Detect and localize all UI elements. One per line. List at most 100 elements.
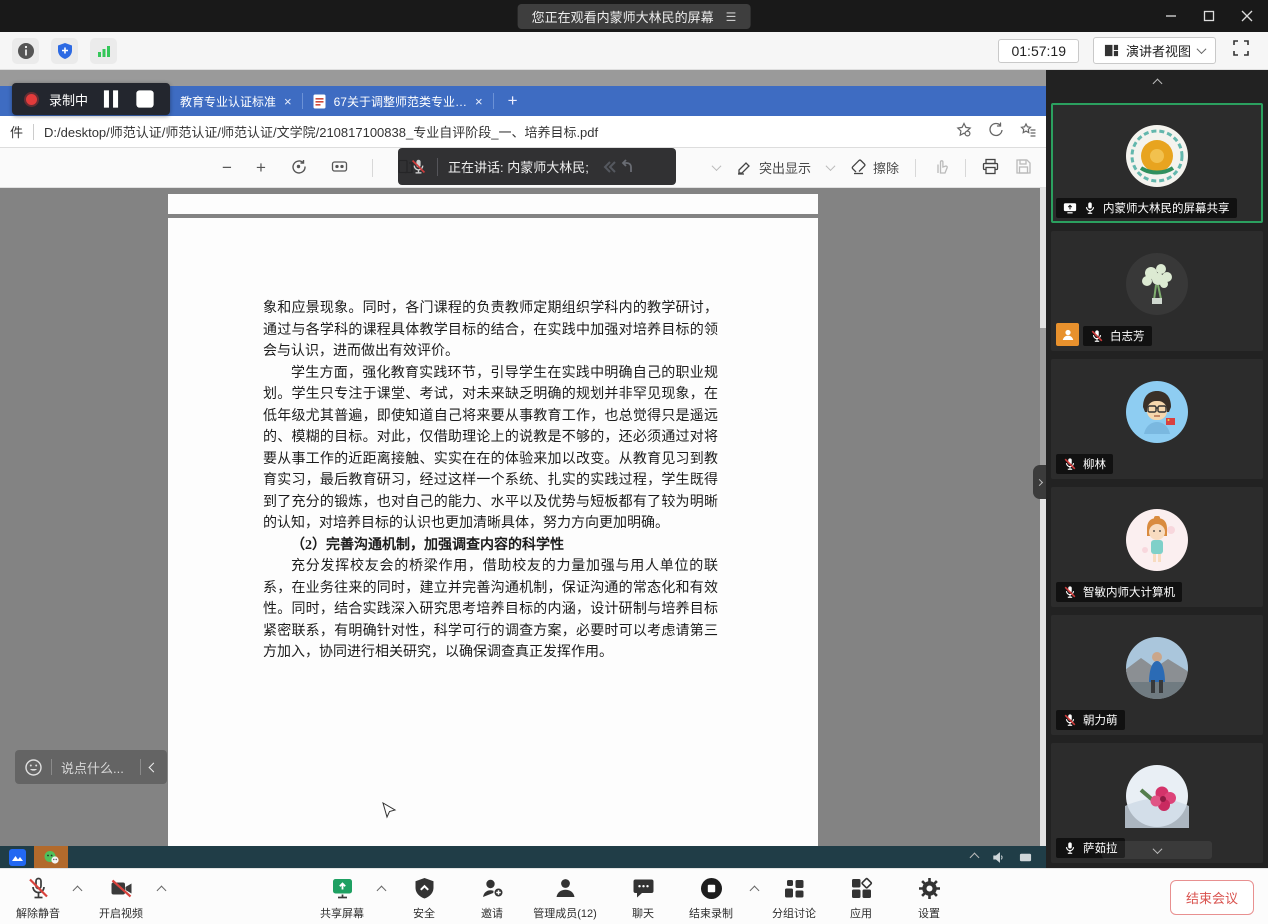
speaking-text: 正在讲话: 内蒙师大林民; bbox=[448, 157, 589, 176]
rotate-button[interactable] bbox=[290, 158, 307, 178]
address-text[interactable]: D:/desktop/师范认证/师范认证/师范认证/文学院/2108171008… bbox=[44, 122, 940, 141]
security-button[interactable]: 安全 bbox=[396, 876, 452, 921]
breakout-rooms-button[interactable]: 分组讨论 bbox=[760, 876, 828, 921]
signal-bars-icon bbox=[95, 42, 113, 60]
stop-recording-button[interactable] bbox=[134, 88, 156, 110]
collections-icon[interactable] bbox=[988, 122, 1004, 141]
chat-bubble-icon bbox=[631, 876, 656, 901]
quick-chat-widget[interactable]: 说点什么... bbox=[15, 750, 167, 784]
participant-tile[interactable]: 柳林 bbox=[1051, 359, 1263, 479]
end-meeting-button[interactable]: 结束会议 bbox=[1170, 880, 1254, 915]
video-options-chevron[interactable] bbox=[157, 886, 167, 896]
network-quality-button[interactable] bbox=[90, 38, 117, 64]
chat-button[interactable]: 聊天 bbox=[615, 876, 671, 921]
tab-close-icon[interactable]: × bbox=[284, 94, 292, 109]
mic-options-chevron[interactable] bbox=[73, 886, 83, 896]
security-shield-button[interactable] bbox=[51, 38, 78, 64]
view-mode-selector[interactable]: 演讲者视图 bbox=[1093, 37, 1216, 64]
minimize-button[interactable] bbox=[1156, 3, 1186, 29]
scroll-down-button[interactable] bbox=[1102, 841, 1212, 859]
doc-paragraph: 充分发挥校友会的桥梁作用，借助校友的力量加强与用人单位的联系，在业务往来的同时，… bbox=[263, 556, 718, 664]
members-icon bbox=[553, 876, 578, 901]
participant-label: 白志芳 bbox=[1083, 326, 1152, 346]
fit-width-button[interactable] bbox=[331, 158, 348, 178]
avatar bbox=[1125, 508, 1189, 572]
unmute-button[interactable]: 解除静音 bbox=[6, 876, 70, 921]
collapse-chat-icon[interactable] bbox=[149, 762, 159, 772]
favorites-bar-icon[interactable] bbox=[1020, 122, 1036, 141]
scroll-up-button[interactable] bbox=[1046, 70, 1268, 96]
shield-plus-icon bbox=[56, 42, 74, 60]
avatar bbox=[1125, 380, 1189, 444]
pause-icon bbox=[100, 88, 122, 110]
input-indicator-icon[interactable] bbox=[1019, 851, 1032, 864]
chat-input-placeholder[interactable]: 说点什么... bbox=[61, 758, 131, 777]
window-titlebar: 您正在观看内蒙师大林民的屏幕 ☰ bbox=[0, 0, 1268, 32]
pdf-document-area[interactable]: 象和应景现象。同时，各门课程的负责教师定期组织学科内的教学研讨，通过与各学科的课… bbox=[0, 188, 1046, 846]
taskbar-expand-icon[interactable] bbox=[970, 852, 980, 862]
mic-muted-icon bbox=[26, 876, 51, 901]
meeting-info-bar: 01:57:19 演讲者视图 bbox=[0, 32, 1268, 70]
pause-recording-button[interactable] bbox=[100, 88, 122, 110]
banner-menu-icon[interactable]: ☰ bbox=[726, 10, 737, 24]
meeting-info-button[interactable] bbox=[12, 38, 39, 64]
mic-muted-icon bbox=[1063, 457, 1077, 471]
zoom-out-button[interactable]: − bbox=[222, 158, 232, 178]
mic-muted-icon bbox=[1063, 585, 1077, 599]
invite-button[interactable]: 邀请 bbox=[464, 876, 520, 921]
mic-muted-icon bbox=[1063, 713, 1077, 727]
recording-status: 录制中 bbox=[49, 90, 88, 109]
voov-meeting-taskbar-icon[interactable] bbox=[0, 846, 34, 868]
highlight-tool[interactable]: 突出显示 bbox=[736, 158, 811, 177]
zoom-in-button[interactable]: + bbox=[256, 158, 266, 178]
record-options-chevron[interactable] bbox=[750, 886, 760, 896]
gear-icon bbox=[917, 876, 942, 901]
erase-tool[interactable]: 擦除 bbox=[850, 158, 899, 177]
sidebar-collapse-handle[interactable] bbox=[1033, 465, 1046, 499]
settings-button[interactable]: 设置 bbox=[901, 876, 957, 921]
print-button[interactable] bbox=[982, 158, 999, 178]
participant-tile[interactable]: 白志芳 bbox=[1051, 231, 1263, 351]
flower-photo-avatar bbox=[1125, 764, 1189, 828]
participant-tile[interactable]: 萨茹拉 bbox=[1051, 743, 1263, 863]
tab-close-icon[interactable]: × bbox=[475, 94, 483, 109]
participant-tile[interactable]: 朝力萌 bbox=[1051, 615, 1263, 735]
annotation-undo-icons[interactable] bbox=[601, 159, 635, 175]
previous-page-edge bbox=[168, 194, 818, 214]
erase-label: 擦除 bbox=[873, 158, 899, 177]
new-tab-button[interactable]: + bbox=[508, 91, 518, 111]
avatar bbox=[1125, 636, 1189, 700]
viewing-banner-text: 您正在观看内蒙师大林民的屏幕 bbox=[532, 7, 714, 26]
participant-tile[interactable]: 智敏内师大计算机 bbox=[1051, 487, 1263, 607]
pdf-file-icon bbox=[313, 94, 326, 109]
viewing-banner[interactable]: 您正在观看内蒙师大林民的屏幕 ☰ bbox=[518, 4, 751, 29]
tab-education-standard[interactable]: 教育专业认证标准 × bbox=[170, 86, 302, 116]
fullscreen-icon bbox=[1232, 39, 1250, 57]
share-screen-button[interactable]: 共享屏幕 bbox=[310, 876, 374, 921]
fullscreen-button[interactable] bbox=[1232, 39, 1250, 62]
avatar bbox=[1125, 252, 1189, 316]
close-button[interactable] bbox=[1232, 3, 1262, 29]
maximize-button[interactable] bbox=[1194, 3, 1224, 29]
volume-icon[interactable] bbox=[992, 851, 1005, 864]
manage-members-button[interactable]: 管理成员(12) bbox=[520, 876, 610, 921]
chevron-down-icon bbox=[826, 161, 836, 171]
screen-share-icon bbox=[1063, 201, 1077, 215]
doc-paragraph: 象和应景现象。同时，各门课程的负责教师定期组织学科内的教学研讨，通过与各学科的课… bbox=[263, 298, 718, 363]
stop-recording-button[interactable]: 结束录制 bbox=[675, 876, 747, 921]
speaking-indicator-overlay: 正在讲话: 内蒙师大林民; bbox=[398, 148, 676, 185]
draw-tool bbox=[932, 158, 949, 178]
bookmark-add-icon[interactable] bbox=[956, 122, 972, 141]
share-options-chevron[interactable] bbox=[377, 886, 387, 896]
tab-pdf-document[interactable]: 67关于调整师范类专业认证工作 × bbox=[303, 86, 493, 116]
info-icon bbox=[17, 42, 35, 60]
start-video-button[interactable]: 开启视频 bbox=[88, 876, 154, 921]
apps-button[interactable]: 应用 bbox=[833, 876, 889, 921]
wechat-taskbar-icon[interactable] bbox=[34, 846, 68, 868]
university-logo-avatar bbox=[1125, 124, 1189, 188]
emoji-icon[interactable] bbox=[25, 759, 42, 776]
browser-address-bar[interactable]: 件 D:/desktop/师范认证/师范认证/师范认证/文学院/21081710… bbox=[0, 116, 1046, 148]
pdf-page: 象和应景现象。同时，各门课程的负责教师定期组织学科内的教学研讨，通过与各学科的课… bbox=[168, 218, 818, 846]
mouse-cursor bbox=[381, 802, 397, 822]
participant-tile-screen-share[interactable]: 内蒙师大林民的屏幕共享 bbox=[1051, 103, 1263, 223]
